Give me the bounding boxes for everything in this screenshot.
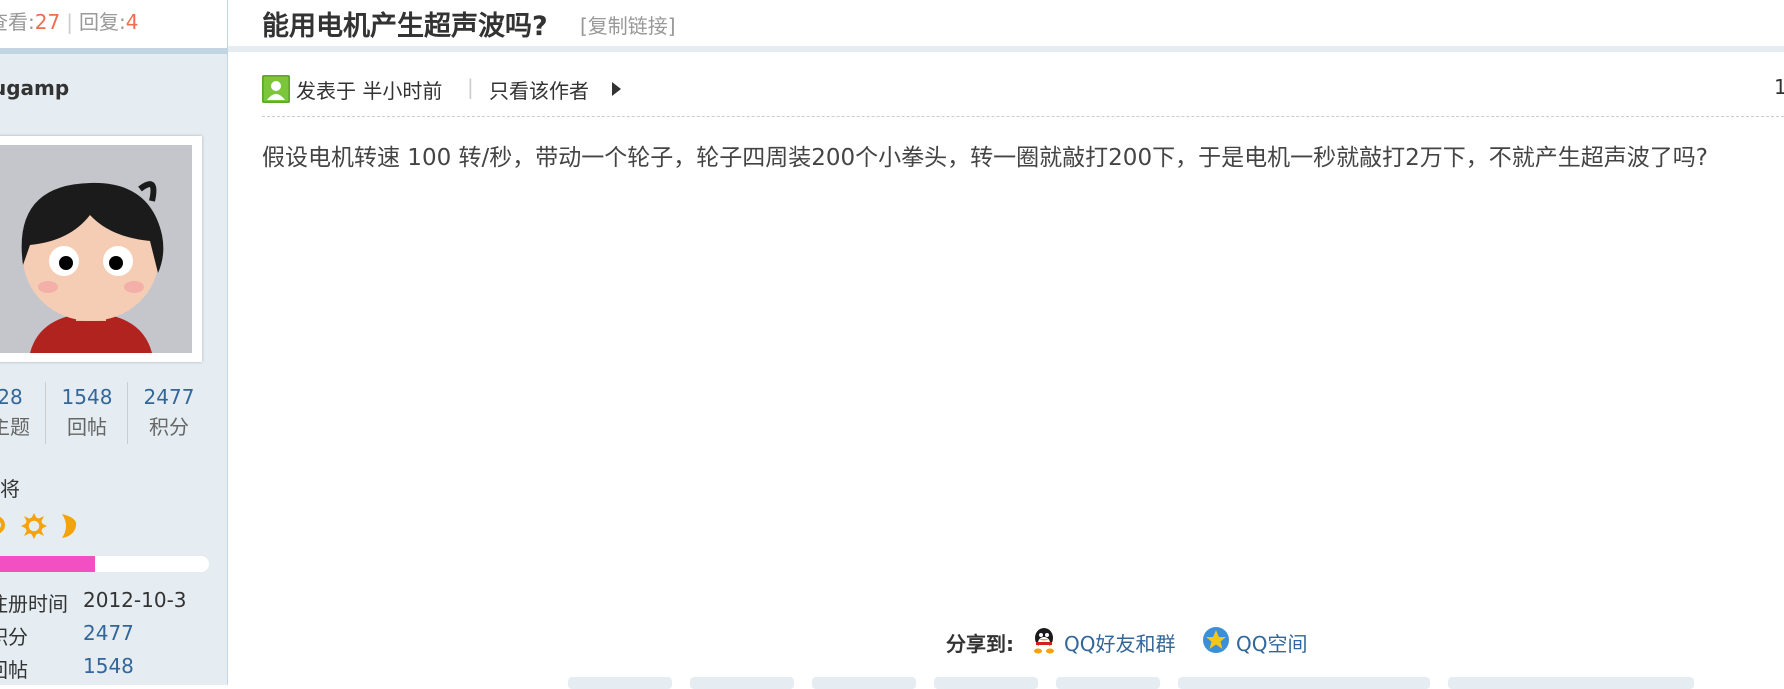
count-value: 1548 bbox=[61, 385, 113, 409]
info-key: 注册时间 bbox=[0, 592, 68, 616]
info-key: 回帖 bbox=[0, 658, 28, 682]
count-value: 2477 bbox=[143, 385, 195, 409]
info-value[interactable]: 2477 bbox=[83, 621, 134, 645]
level-progress-bar bbox=[0, 556, 209, 572]
arrow-right-icon bbox=[612, 82, 621, 96]
bottom-action-button[interactable] bbox=[1056, 677, 1160, 689]
share-label: 分享到: bbox=[946, 632, 1014, 656]
share-qq-friends-link[interactable]: QQ好友和群 bbox=[1064, 628, 1175, 657]
online-user-icon bbox=[262, 75, 290, 103]
moon-icon bbox=[58, 512, 78, 544]
meta-separator: | bbox=[467, 75, 474, 99]
info-value: 2012-10-3 bbox=[83, 588, 187, 612]
count-label: 积分 bbox=[149, 415, 189, 439]
bottom-action-button[interactable] bbox=[568, 677, 672, 689]
count-divider bbox=[45, 382, 46, 444]
title-divider bbox=[228, 46, 1784, 52]
qq-icon[interactable] bbox=[1030, 626, 1058, 654]
avatar-image bbox=[0, 145, 192, 353]
bottom-action-button[interactable] bbox=[690, 677, 794, 689]
meta-divider bbox=[262, 116, 1784, 117]
post-content: 假设电机转速 100 转/秒，带动一个轮子，轮子四周装200个小拳头，转一圈就敲… bbox=[262, 145, 1708, 171]
info-value[interactable]: 1548 bbox=[83, 654, 134, 678]
stats-separator: | bbox=[66, 10, 73, 34]
count-credits[interactable]: 2477 积分 bbox=[133, 382, 205, 444]
views-count: 27 bbox=[34, 10, 61, 34]
replies-count: 4 bbox=[125, 10, 139, 34]
thread-stats: 查看:27|回复:4 bbox=[0, 6, 138, 35]
author-counts: 28 主题 1548 回帖 2477 积分 bbox=[0, 382, 227, 444]
only-author-link[interactable]: 只看该作者 bbox=[489, 75, 589, 104]
count-threads[interactable]: 28 主题 bbox=[0, 382, 40, 444]
share-qzone-link[interactable]: QQ空间 bbox=[1236, 628, 1307, 657]
author-username[interactable]: ugamp bbox=[0, 76, 69, 100]
bottom-action-button[interactable] bbox=[1448, 677, 1694, 689]
qzone-icon[interactable] bbox=[1202, 626, 1230, 654]
sun-icon bbox=[20, 512, 48, 544]
sun-icon bbox=[0, 512, 14, 542]
count-divider bbox=[127, 382, 128, 444]
count-label: 主题 bbox=[0, 415, 30, 439]
bottom-action-button[interactable] bbox=[934, 677, 1038, 689]
thread-stats-bar: 查看:27|回复:4 bbox=[0, 0, 227, 54]
author-sidebar: 查看:27|回复:4 ugamp 28 主题 1548 回帖 bbox=[0, 0, 228, 685]
replies-label: 回复: bbox=[78, 10, 126, 34]
views-label: 查看: bbox=[0, 10, 35, 34]
count-replies[interactable]: 1548 回帖 bbox=[51, 382, 123, 444]
info-key: 积分 bbox=[0, 625, 28, 649]
level-progress-fill bbox=[0, 556, 96, 572]
thread-title: 能用电机产生超声波吗? bbox=[262, 11, 548, 42]
floor-number[interactable]: 1 bbox=[1774, 75, 1784, 99]
count-value: 28 bbox=[0, 385, 23, 409]
bottom-action-button[interactable] bbox=[1178, 677, 1430, 689]
copy-link-button[interactable]: [复制链接] bbox=[580, 10, 676, 39]
user-group[interactable]: 将 bbox=[0, 473, 20, 502]
post-time: 发表于 半小时前 bbox=[296, 79, 443, 103]
avatar[interactable] bbox=[0, 136, 202, 362]
count-label: 回帖 bbox=[67, 415, 107, 439]
bottom-action-button[interactable] bbox=[812, 677, 916, 689]
